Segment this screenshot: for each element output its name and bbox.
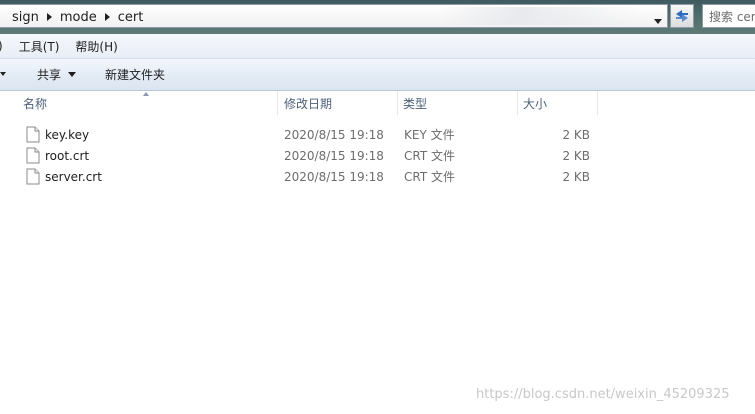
file-name-cell: root.crt xyxy=(26,145,89,166)
breadcrumb: sign mode cert xyxy=(8,8,147,26)
file-name: root.crt xyxy=(45,148,90,163)
file-list-pane: 名称 修改日期 类型 大小 key.key 2020/8/15 19:18 KE… xyxy=(0,91,755,414)
share-label: 共享 xyxy=(37,67,62,82)
file-type: CRT 文件 xyxy=(404,170,455,184)
menu-bar: ) 工具(T) 帮助(H) xyxy=(0,34,755,59)
column-divider[interactable] xyxy=(277,91,278,115)
column-header-type[interactable]: 类型 xyxy=(399,91,517,115)
breadcrumb-item-mode[interactable]: mode xyxy=(56,10,101,25)
menu-item-view[interactable]: ) xyxy=(0,39,3,53)
file-size: 2 KB xyxy=(562,127,590,142)
menu-item-tools[interactable]: 工具(T) xyxy=(19,38,60,55)
breadcrumb-item-sign[interactable]: sign xyxy=(8,10,43,25)
breadcrumb-separator-icon[interactable] xyxy=(46,13,52,21)
address-bar[interactable]: sign mode cert xyxy=(0,4,668,28)
column-header-type-label: 类型 xyxy=(403,96,428,111)
search-placeholder: 搜索 cert xyxy=(709,9,755,24)
column-header-date-modified[interactable]: 修改日期 xyxy=(280,91,397,115)
file-icon xyxy=(26,126,40,143)
address-history-dropdown[interactable] xyxy=(650,13,666,29)
file-date: 2020/8/15 19:18 xyxy=(284,127,384,142)
file-type: CRT 文件 xyxy=(404,149,455,163)
column-divider[interactable] xyxy=(597,91,598,115)
file-name: server.crt xyxy=(45,169,102,184)
file-name-cell: key.key xyxy=(26,124,89,145)
file-row[interactable]: key.key 2020/8/15 19:18 KEY 文件 2 KB xyxy=(0,124,600,145)
file-icon xyxy=(26,168,40,185)
column-header-name-label: 名称 xyxy=(23,96,48,111)
file-row[interactable]: root.crt 2020/8/15 19:18 CRT 文件 2 KB xyxy=(0,145,600,166)
column-header-size[interactable]: 大小 xyxy=(519,91,597,115)
file-size: 2 KB xyxy=(562,148,590,163)
file-name-cell: server.crt xyxy=(26,166,102,187)
breadcrumb-item-cert[interactable]: cert xyxy=(114,10,148,25)
column-divider[interactable] xyxy=(517,91,518,115)
menu-item-help[interactable]: 帮助(H) xyxy=(75,38,117,55)
chevron-down-icon[interactable] xyxy=(0,72,6,76)
address-bar-glare xyxy=(440,7,640,25)
file-name: key.key xyxy=(45,127,90,142)
share-button[interactable]: 共享 xyxy=(37,65,77,83)
command-toolbar: 共享 新建文件夹 xyxy=(0,59,755,91)
column-header-date-label: 修改日期 xyxy=(284,96,333,111)
watermark: https://blog.csdn.net/weixin_45209325 xyxy=(476,387,730,402)
column-header-name[interactable]: 名称 xyxy=(19,91,277,115)
file-icon xyxy=(26,147,40,164)
file-type: KEY 文件 xyxy=(404,128,455,142)
chevron-down-icon xyxy=(654,18,662,24)
new-folder-label: 新建文件夹 xyxy=(105,67,166,82)
chevron-down-icon xyxy=(68,71,77,77)
file-date: 2020/8/15 19:18 xyxy=(284,169,384,184)
column-header-size-label: 大小 xyxy=(523,96,548,111)
breadcrumb-separator-icon[interactable] xyxy=(104,13,110,21)
column-divider[interactable] xyxy=(397,91,398,115)
refresh-icon xyxy=(676,10,688,22)
refresh-button[interactable] xyxy=(670,4,694,28)
file-date: 2020/8/15 19:18 xyxy=(284,148,384,163)
file-size: 2 KB xyxy=(562,169,590,184)
search-input[interactable]: 搜索 cert xyxy=(702,4,755,28)
address-strip: sign mode cert 搜索 cert xyxy=(0,0,755,34)
file-row[interactable]: server.crt 2020/8/15 19:18 CRT 文件 2 KB xyxy=(0,166,600,187)
new-folder-button[interactable]: 新建文件夹 xyxy=(105,65,165,83)
